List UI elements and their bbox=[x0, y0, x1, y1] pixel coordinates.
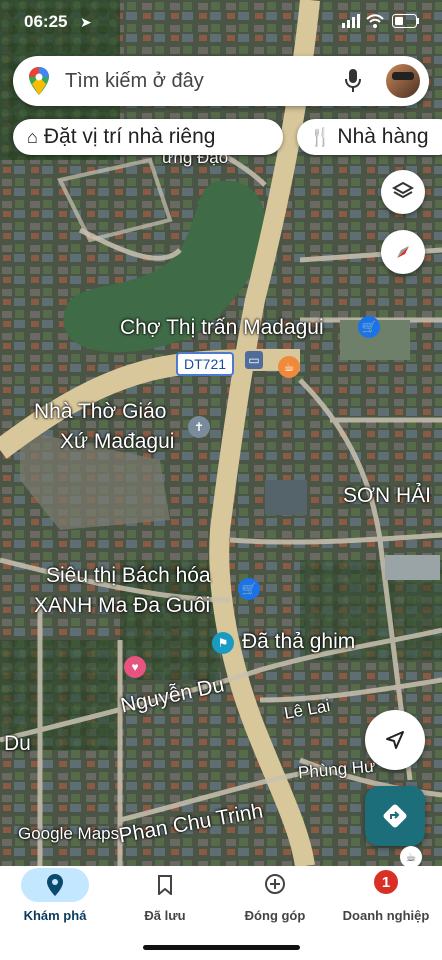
route-shield-dt721: DT721 bbox=[176, 352, 235, 376]
mic-icon[interactable] bbox=[345, 69, 361, 93]
bookmark-icon bbox=[158, 875, 172, 895]
wifi-icon bbox=[366, 14, 384, 28]
chip-label: Đặt vị trí nhà riêng bbox=[43, 125, 216, 148]
nav-label: Đã lưu bbox=[144, 908, 186, 923]
restaurant-icon: 🍴 bbox=[309, 126, 332, 147]
location-arrow-icon: ➤ bbox=[80, 14, 92, 30]
status-time: 06:25 bbox=[24, 12, 68, 31]
dropped-pin-icon[interactable]: ⚑ bbox=[212, 632, 234, 654]
notification-badge: 1 bbox=[374, 870, 398, 894]
layers-button[interactable] bbox=[381, 170, 425, 214]
battery-icon bbox=[392, 14, 419, 28]
home-indicator bbox=[143, 945, 300, 950]
avatar[interactable] bbox=[386, 64, 420, 98]
home-icon: ⌂ bbox=[27, 126, 38, 147]
directions-icon bbox=[383, 804, 407, 828]
nav-contribute[interactable]: Đóng góp bbox=[220, 866, 330, 936]
nav-label: Đóng góp bbox=[244, 908, 306, 923]
shopping-cart-icon[interactable]: 🛒 bbox=[358, 316, 380, 338]
my-location-button[interactable] bbox=[365, 710, 425, 770]
directions-button[interactable] bbox=[365, 786, 425, 846]
church-icon[interactable]: ✝ bbox=[188, 416, 210, 438]
poi-label-nha-tho-2[interactable]: Xứ Mađagui bbox=[60, 430, 174, 454]
compass-icon bbox=[397, 246, 409, 258]
signal-icon bbox=[342, 14, 360, 28]
search-input[interactable]: Tìm kiếm ở đây bbox=[65, 70, 204, 93]
nav-label: Khám phá bbox=[23, 908, 87, 923]
heart-poi-icon[interactable]: ♥ bbox=[124, 656, 146, 678]
cafe-icon[interactable]: ☕ bbox=[400, 846, 422, 868]
compass-button[interactable] bbox=[381, 230, 425, 274]
shopping-cart-icon[interactable]: 🛒 bbox=[238, 578, 260, 600]
poi-label-sieu-thi-1[interactable]: Siêu thị Bách hóa bbox=[46, 564, 211, 588]
road-label-du: Du bbox=[4, 732, 31, 755]
add-circle-icon bbox=[265, 874, 285, 894]
poi-label-sieu-thi-2[interactable]: XANH Ma Đa Guôi bbox=[34, 594, 210, 618]
search-bar[interactable]: Tìm kiếm ở đây bbox=[13, 56, 429, 106]
poi-label-cho[interactable]: Chợ Thị trấn Madagui bbox=[120, 316, 324, 340]
google-maps-logo-icon bbox=[29, 67, 49, 95]
chip-restaurants[interactable]: 🍴 Nhà hàng bbox=[297, 119, 442, 155]
poi-label-nha-tho-1[interactable]: Nhà Thờ Giáo bbox=[34, 400, 166, 424]
status-bar: 06:25 ➤ bbox=[0, 0, 442, 44]
dropped-pin-label[interactable]: Đã thả ghim bbox=[242, 630, 355, 654]
nav-saved[interactable]: Đã lưu bbox=[110, 866, 220, 936]
nav-explore[interactable]: Khám phá bbox=[0, 866, 110, 936]
area-label-son-hai: SƠN HẢI bbox=[343, 484, 432, 507]
bus-stop-icon[interactable]: ▭ bbox=[245, 351, 263, 369]
cafe-icon[interactable]: ☕ bbox=[278, 356, 300, 378]
navigation-arrow-icon bbox=[386, 731, 404, 749]
layers-icon bbox=[392, 181, 414, 199]
chip-set-home[interactable]: ⌂ Đặt vị trí nhà riêng bbox=[13, 119, 283, 155]
chip-label: Nhà hàng bbox=[337, 125, 429, 148]
nav-label: Doanh nghiệp bbox=[342, 908, 430, 923]
explore-pin-icon bbox=[47, 874, 63, 896]
google-maps-watermark: Google Maps bbox=[18, 824, 120, 843]
nav-business[interactable]: 1 Doanh nghiệp bbox=[330, 866, 442, 936]
